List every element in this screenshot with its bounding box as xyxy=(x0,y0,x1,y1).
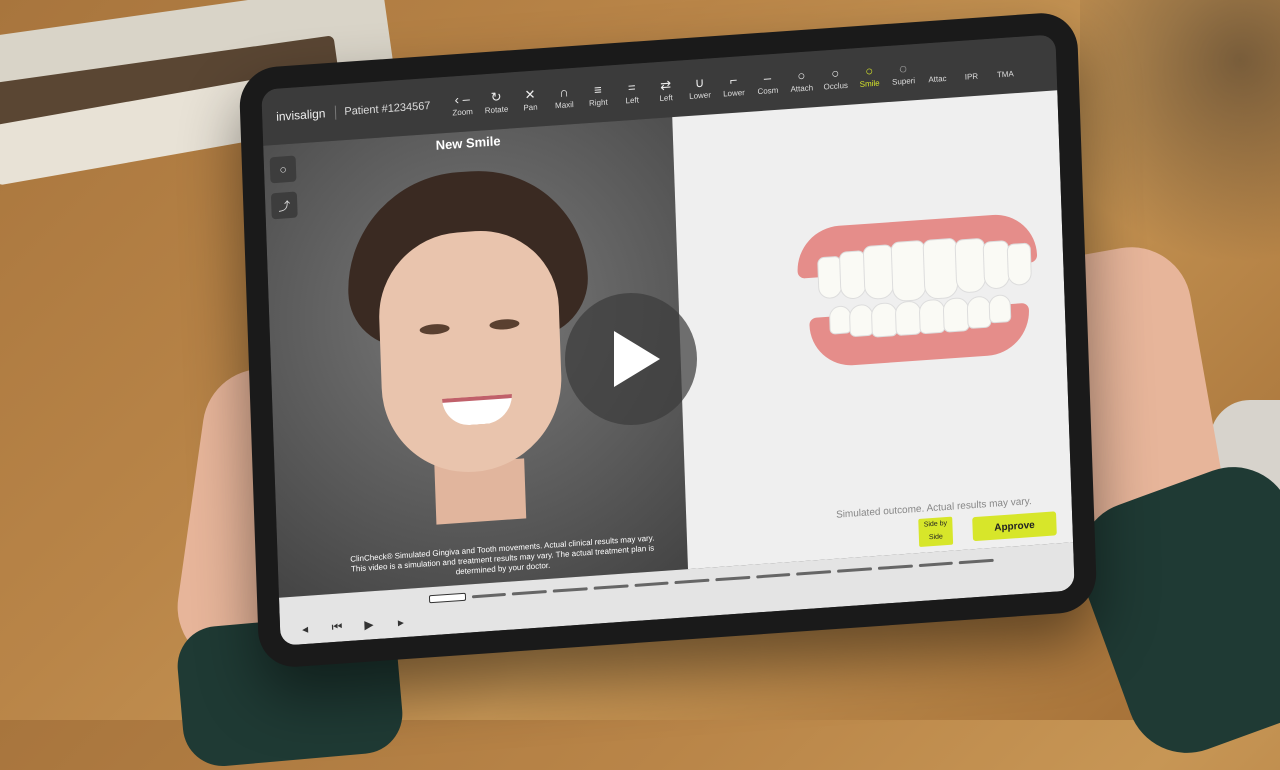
patient-photo xyxy=(344,163,595,525)
tool-label: TMA xyxy=(996,68,1014,79)
timeline-stage[interactable] xyxy=(877,563,913,570)
play-small-icon[interactable]: ▶ xyxy=(360,617,378,632)
tool-label: Maxil xyxy=(554,99,574,110)
timeline-stage[interactable] xyxy=(552,586,588,593)
tool-label: Rotate xyxy=(484,104,509,115)
share-icon: ⤴ xyxy=(278,198,291,214)
occlus-icon: ○ xyxy=(831,64,840,81)
play-icon[interactable] xyxy=(565,293,697,425)
tool-attac[interactable]: Attac xyxy=(921,57,954,84)
tool-label: Superi xyxy=(891,75,916,87)
tool-maxil[interactable]: ∩ Maxil xyxy=(548,83,581,110)
timeline-stage[interactable] xyxy=(634,581,669,587)
tool-label: Lower xyxy=(722,87,745,99)
maxil-icon: ∩ xyxy=(559,83,569,100)
timeline-stage[interactable] xyxy=(918,561,954,567)
tool-label: Pan xyxy=(523,102,538,113)
attac-icon xyxy=(937,58,938,74)
tool-smile[interactable]: ○ Smile xyxy=(853,62,886,89)
superi-icon: ◌ xyxy=(898,60,908,76)
smile-icon: ○ xyxy=(865,62,874,79)
timeline-stage[interactable] xyxy=(837,566,872,573)
timeline-stage[interactable] xyxy=(796,569,832,576)
oval-icon: ○ xyxy=(279,162,287,177)
step-back-icon[interactable]: ◂ xyxy=(296,621,314,636)
patient-id: Patient #1234567 xyxy=(344,100,431,119)
tool-left[interactable]: = Left xyxy=(616,78,649,105)
lower-icon: ∪ xyxy=(694,74,705,90)
timeline-stage[interactable] xyxy=(959,558,994,564)
tool-label: Cosm xyxy=(757,85,779,96)
timeline-stage[interactable] xyxy=(428,592,466,604)
side-by-side-button[interactable]: Side by Side xyxy=(918,516,954,547)
tool-occlus[interactable]: ○ Occlus xyxy=(819,64,852,91)
timeline-stage[interactable] xyxy=(593,583,629,590)
tool-attach[interactable]: ○ Attach xyxy=(785,66,818,93)
rotate-icon: ↻ xyxy=(490,88,502,105)
toggle-view-button[interactable]: ○ xyxy=(269,155,297,184)
tool-label: Left xyxy=(659,92,673,103)
zoom-icon: ‹ – xyxy=(454,90,471,107)
tool-label: Occlus xyxy=(823,80,849,92)
pan-icon: ✕ xyxy=(524,86,536,102)
tool-zoom[interactable]: ‹ – Zoom xyxy=(446,90,479,117)
tool-rotate[interactable]: ↻ Rotate xyxy=(480,88,513,115)
left-icon: = xyxy=(627,79,636,95)
ipr-icon xyxy=(971,56,972,72)
left2-icon: ⇄ xyxy=(659,76,672,93)
cosm-icon: – xyxy=(763,69,772,86)
step-forward-icon[interactable]: ▸ xyxy=(392,615,410,630)
tool-label: Attac xyxy=(928,73,947,84)
tool-label: Right xyxy=(588,97,608,108)
tool-superi[interactable]: ◌ Superi xyxy=(887,59,920,86)
timeline-stage[interactable] xyxy=(471,592,507,598)
brand-logo: invisalign xyxy=(261,105,337,125)
tool-label: Smile xyxy=(859,78,880,89)
tool-tma[interactable]: TMA xyxy=(989,52,1022,79)
tool-label: IPR xyxy=(964,71,979,82)
skip-start-icon[interactable]: ⏮ xyxy=(328,619,346,635)
right-icon: ≡ xyxy=(593,81,602,98)
timeline-stage[interactable] xyxy=(715,575,751,581)
tool-ipr[interactable]: IPR xyxy=(955,55,988,82)
attach-icon: ○ xyxy=(797,67,806,83)
tool-pan[interactable]: ✕ Pan xyxy=(514,85,547,112)
tool-label: Zoom xyxy=(452,106,473,117)
timeline-stage[interactable] xyxy=(674,578,710,584)
share-button[interactable]: ⤴ xyxy=(270,191,298,220)
approve-button[interactable]: Approve xyxy=(972,511,1057,542)
tool-lower[interactable]: ∪ Lower xyxy=(683,74,716,101)
tool-left2[interactable]: ⇄ Left xyxy=(649,76,682,103)
3d-viewer[interactable]: Simulated outcome. Actual results may va… xyxy=(672,90,1074,570)
tma-icon xyxy=(1005,53,1006,69)
lower2-icon: ⌐ xyxy=(729,72,738,88)
teeth-model[interactable] xyxy=(796,212,1040,369)
tool-cosm[interactable]: – Cosm xyxy=(751,69,784,96)
tool-label: Left xyxy=(625,94,640,105)
tool-lower2[interactable]: ⌐ Lower xyxy=(717,71,750,98)
tool-label: Lower xyxy=(689,89,712,101)
timeline-stage[interactable] xyxy=(755,572,791,578)
timeline-stage[interactable] xyxy=(512,589,547,595)
tool-label: Attach xyxy=(790,82,814,94)
tool-right[interactable]: ≡ Right xyxy=(582,81,615,108)
